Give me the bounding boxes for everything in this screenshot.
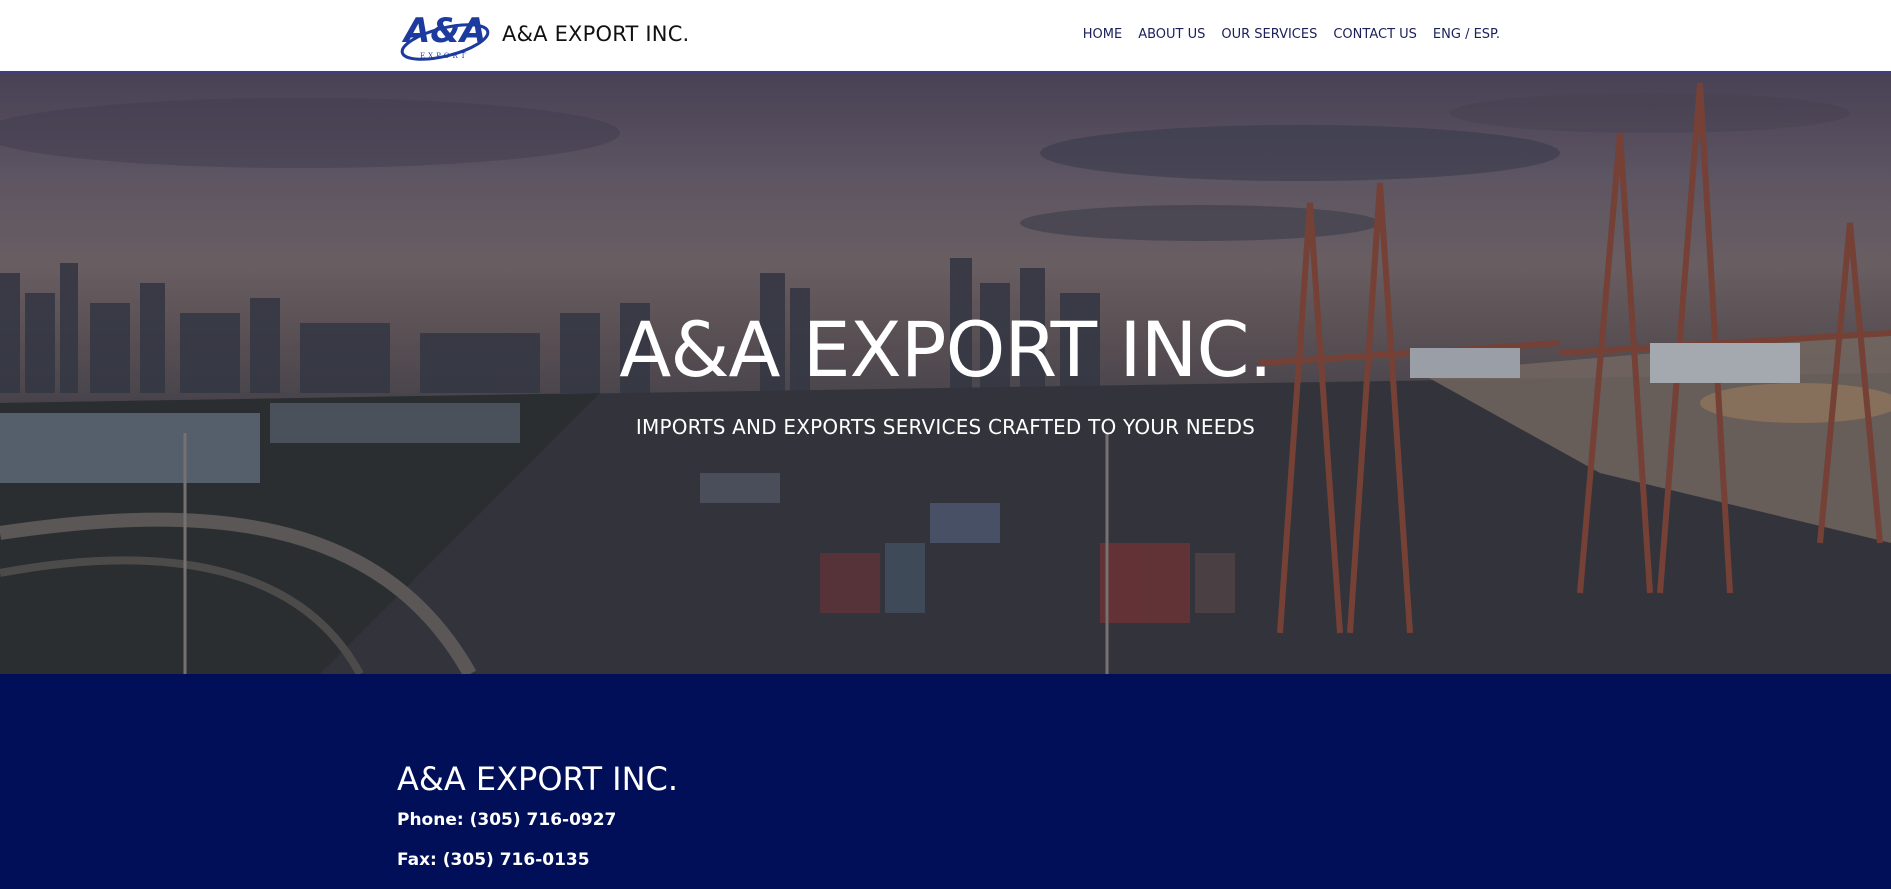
svg-text:EXPORT: EXPORT bbox=[420, 52, 468, 60]
site-header: A&A EXPORT A&A EXPORT INC. HOME ABOUT US… bbox=[0, 0, 1891, 73]
svg-text:A&A: A&A bbox=[401, 11, 486, 51]
nav-language-toggle[interactable]: ENG / ESP. bbox=[1433, 27, 1500, 42]
contact-company-name: A&A EXPORT INC. bbox=[397, 760, 679, 798]
contact-section: A&A EXPORT INC. Phone: (305) 716-0927 Fa… bbox=[0, 674, 1891, 889]
contact-fax: Fax: (305) 716-0135 bbox=[397, 850, 590, 870]
nav-home[interactable]: HOME bbox=[1083, 27, 1122, 42]
nav-contact-us[interactable]: CONTACT US bbox=[1333, 27, 1417, 42]
hero-title: A&A EXPORT INC. bbox=[619, 305, 1273, 394]
brand-name[interactable]: A&A EXPORT INC. bbox=[502, 22, 689, 46]
main-nav: HOME ABOUT US OUR SERVICES CONTACT US EN… bbox=[1083, 27, 1500, 42]
nav-our-services[interactable]: OUR SERVICES bbox=[1221, 27, 1317, 42]
hero-subtitle: IMPORTS AND EXPORTS SERVICES CRAFTED TO … bbox=[635, 415, 1256, 439]
hero-banner: A&A EXPORT INC. IMPORTS AND EXPORTS SERV… bbox=[0, 73, 1891, 674]
nav-about-us[interactable]: ABOUT US bbox=[1138, 27, 1205, 42]
aa-export-logo[interactable]: A&A EXPORT bbox=[398, 6, 492, 64]
contact-phone[interactable]: Phone: (305) 716-0927 bbox=[397, 810, 616, 830]
